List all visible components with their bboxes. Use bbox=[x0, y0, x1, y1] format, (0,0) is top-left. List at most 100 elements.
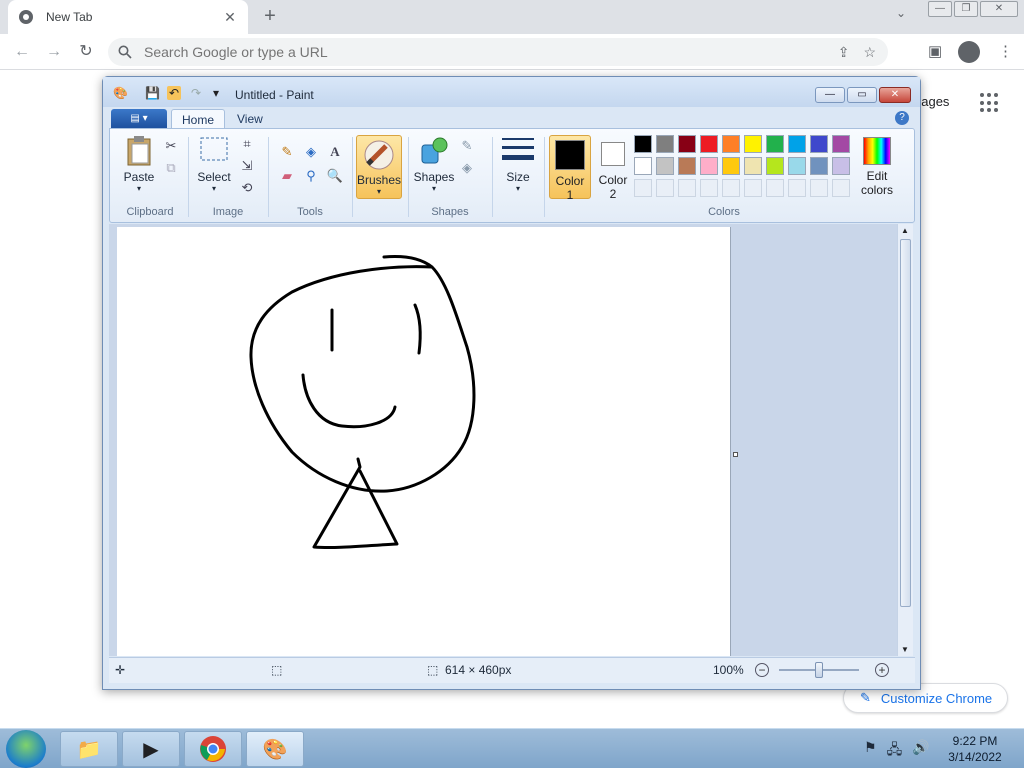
custom-color-slot[interactable] bbox=[634, 179, 652, 197]
drawing-canvas[interactable] bbox=[117, 227, 731, 656]
pencil-tool-icon[interactable]: ✎ bbox=[278, 143, 296, 161]
zoom-slider-thumb[interactable] bbox=[815, 662, 823, 678]
undo-icon[interactable]: ↶ bbox=[167, 86, 181, 100]
network-icon[interactable]: 🖧 bbox=[887, 739, 903, 763]
palette-swatch[interactable] bbox=[634, 135, 652, 153]
bookmark-star-icon[interactable]: ☆ bbox=[863, 44, 876, 61]
palette-swatch[interactable] bbox=[656, 157, 674, 175]
resize-icon[interactable]: ⇲ bbox=[238, 157, 256, 175]
share-icon[interactable]: ⇪ bbox=[838, 44, 850, 61]
scroll-up-icon[interactable]: ▲ bbox=[901, 226, 909, 235]
palette-swatch[interactable] bbox=[700, 135, 718, 153]
cut-icon[interactable]: ✂ bbox=[162, 137, 180, 155]
paint-close-button[interactable]: ✕ bbox=[879, 87, 911, 103]
fill-icon[interactable]: ◈ bbox=[458, 159, 476, 177]
paint-menu-button[interactable]: ▤ ▾ bbox=[111, 109, 167, 129]
palette-swatch[interactable] bbox=[678, 135, 696, 153]
paint-app-icon[interactable]: 🎨 bbox=[113, 86, 128, 100]
omnibox[interactable]: ⇪ ☆ bbox=[108, 38, 888, 66]
omnibox-input[interactable] bbox=[144, 44, 744, 60]
restore-button[interactable]: ❐ bbox=[954, 1, 978, 17]
reload-icon[interactable]: ↻ bbox=[76, 42, 96, 62]
palette-swatch[interactable] bbox=[810, 135, 828, 153]
crop-icon[interactable]: ⌗ bbox=[238, 135, 256, 153]
palette-swatch[interactable] bbox=[788, 135, 806, 153]
tab-search-chevron-icon[interactable]: ⌄ bbox=[896, 6, 906, 20]
brushes-button[interactable]: Brushes ▾ bbox=[356, 135, 402, 199]
explorer-taskbar-icon[interactable]: 📁 bbox=[60, 731, 118, 767]
system-clock[interactable]: 9:22 PM 3/14/2022 bbox=[940, 733, 1010, 765]
scroll-thumb[interactable] bbox=[900, 239, 911, 607]
color2-button[interactable]: Color 2 bbox=[594, 135, 632, 201]
back-icon[interactable]: ← bbox=[12, 42, 32, 62]
text-tool-icon[interactable]: A bbox=[326, 143, 344, 161]
vertical-scrollbar[interactable]: ▲ ▼ bbox=[897, 224, 913, 656]
palette-swatch[interactable] bbox=[678, 157, 696, 175]
outline-icon[interactable]: ✎ bbox=[458, 137, 476, 155]
tab-view[interactable]: View bbox=[227, 109, 273, 129]
help-icon[interactable]: ? bbox=[895, 111, 909, 125]
palette-swatch[interactable] bbox=[656, 135, 674, 153]
palette-swatch[interactable] bbox=[634, 157, 652, 175]
forward-icon[interactable]: → bbox=[44, 42, 64, 62]
save-icon[interactable]: 💾 bbox=[145, 86, 160, 100]
color1-button[interactable]: Color 1 bbox=[549, 135, 591, 202]
zoom-in-icon[interactable]: + bbox=[875, 663, 889, 677]
zoom-out-icon[interactable]: − bbox=[755, 663, 769, 677]
google-apps-icon[interactable] bbox=[980, 93, 1000, 113]
custom-color-slot[interactable] bbox=[678, 179, 696, 197]
select-button[interactable]: Select ▾ bbox=[194, 135, 234, 193]
shapes-button[interactable]: Shapes ▾ bbox=[412, 135, 456, 193]
size-button[interactable]: Size ▾ bbox=[498, 135, 538, 193]
custom-color-slot[interactable] bbox=[766, 179, 784, 197]
close-window-button[interactable]: ✕ bbox=[980, 1, 1018, 17]
side-panel-icon[interactable]: ▣ bbox=[928, 42, 942, 60]
paint-minimize-button[interactable]: — bbox=[815, 87, 845, 103]
eraser-icon[interactable]: ▰ bbox=[278, 167, 296, 185]
minimize-button[interactable]: — bbox=[928, 1, 952, 17]
custom-color-slot[interactable] bbox=[810, 179, 828, 197]
palette-swatch[interactable] bbox=[700, 157, 718, 175]
palette-swatch[interactable] bbox=[766, 135, 784, 153]
palette-swatch[interactable] bbox=[788, 157, 806, 175]
custom-color-slot[interactable] bbox=[788, 179, 806, 197]
copy-icon[interactable]: ⧉ bbox=[162, 159, 180, 177]
tab-close-icon[interactable]: ✕ bbox=[222, 9, 238, 26]
rotate-icon[interactable]: ⟲ bbox=[238, 179, 256, 197]
paint-taskbar-icon[interactable]: 🎨 bbox=[246, 731, 304, 767]
redo-icon[interactable]: ↷ bbox=[189, 86, 203, 100]
palette-swatch[interactable] bbox=[722, 157, 740, 175]
chrome-menu-icon[interactable]: ⋮ bbox=[998, 42, 1013, 60]
start-button[interactable] bbox=[6, 730, 46, 768]
new-tab-button[interactable]: + bbox=[260, 6, 280, 26]
magnifier-icon[interactable]: 🔍 bbox=[326, 167, 344, 185]
palette-swatch[interactable] bbox=[832, 157, 850, 175]
palette-swatch[interactable] bbox=[766, 157, 784, 175]
custom-color-slot[interactable] bbox=[832, 179, 850, 197]
paint-maximize-button[interactable]: ▭ bbox=[847, 87, 877, 103]
action-center-icon[interactable]: ⚑ bbox=[864, 739, 877, 763]
chrome-taskbar-icon[interactable] bbox=[184, 731, 242, 767]
fill-bucket-icon[interactable]: ◈ bbox=[302, 143, 320, 161]
media-player-taskbar-icon[interactable]: ▶ bbox=[122, 731, 180, 767]
custom-color-slot[interactable] bbox=[722, 179, 740, 197]
palette-swatch[interactable] bbox=[744, 157, 762, 175]
palette-swatch[interactable] bbox=[832, 135, 850, 153]
tab-home[interactable]: Home bbox=[171, 109, 226, 129]
color-picker-icon[interactable]: ⚲ bbox=[302, 167, 320, 185]
custom-color-slot[interactable] bbox=[700, 179, 718, 197]
group-separator bbox=[492, 137, 493, 217]
custom-color-slot[interactable] bbox=[656, 179, 674, 197]
customize-qat-icon[interactable]: ▾ bbox=[209, 86, 223, 100]
custom-color-slot[interactable] bbox=[744, 179, 762, 197]
palette-swatch[interactable] bbox=[722, 135, 740, 153]
palette-swatch[interactable] bbox=[810, 157, 828, 175]
profile-avatar-icon[interactable] bbox=[958, 41, 980, 63]
edit-colors-button[interactable]: Edit colors bbox=[856, 135, 898, 199]
volume-icon[interactable]: 🔊 bbox=[912, 739, 929, 763]
palette-swatch[interactable] bbox=[744, 135, 762, 153]
paste-button[interactable]: Paste ▾ bbox=[118, 135, 160, 193]
tab-new-tab[interactable]: New Tab ✕ bbox=[8, 0, 248, 34]
scroll-down-icon[interactable]: ▼ bbox=[901, 645, 909, 654]
canvas-resize-handle[interactable] bbox=[733, 452, 738, 457]
